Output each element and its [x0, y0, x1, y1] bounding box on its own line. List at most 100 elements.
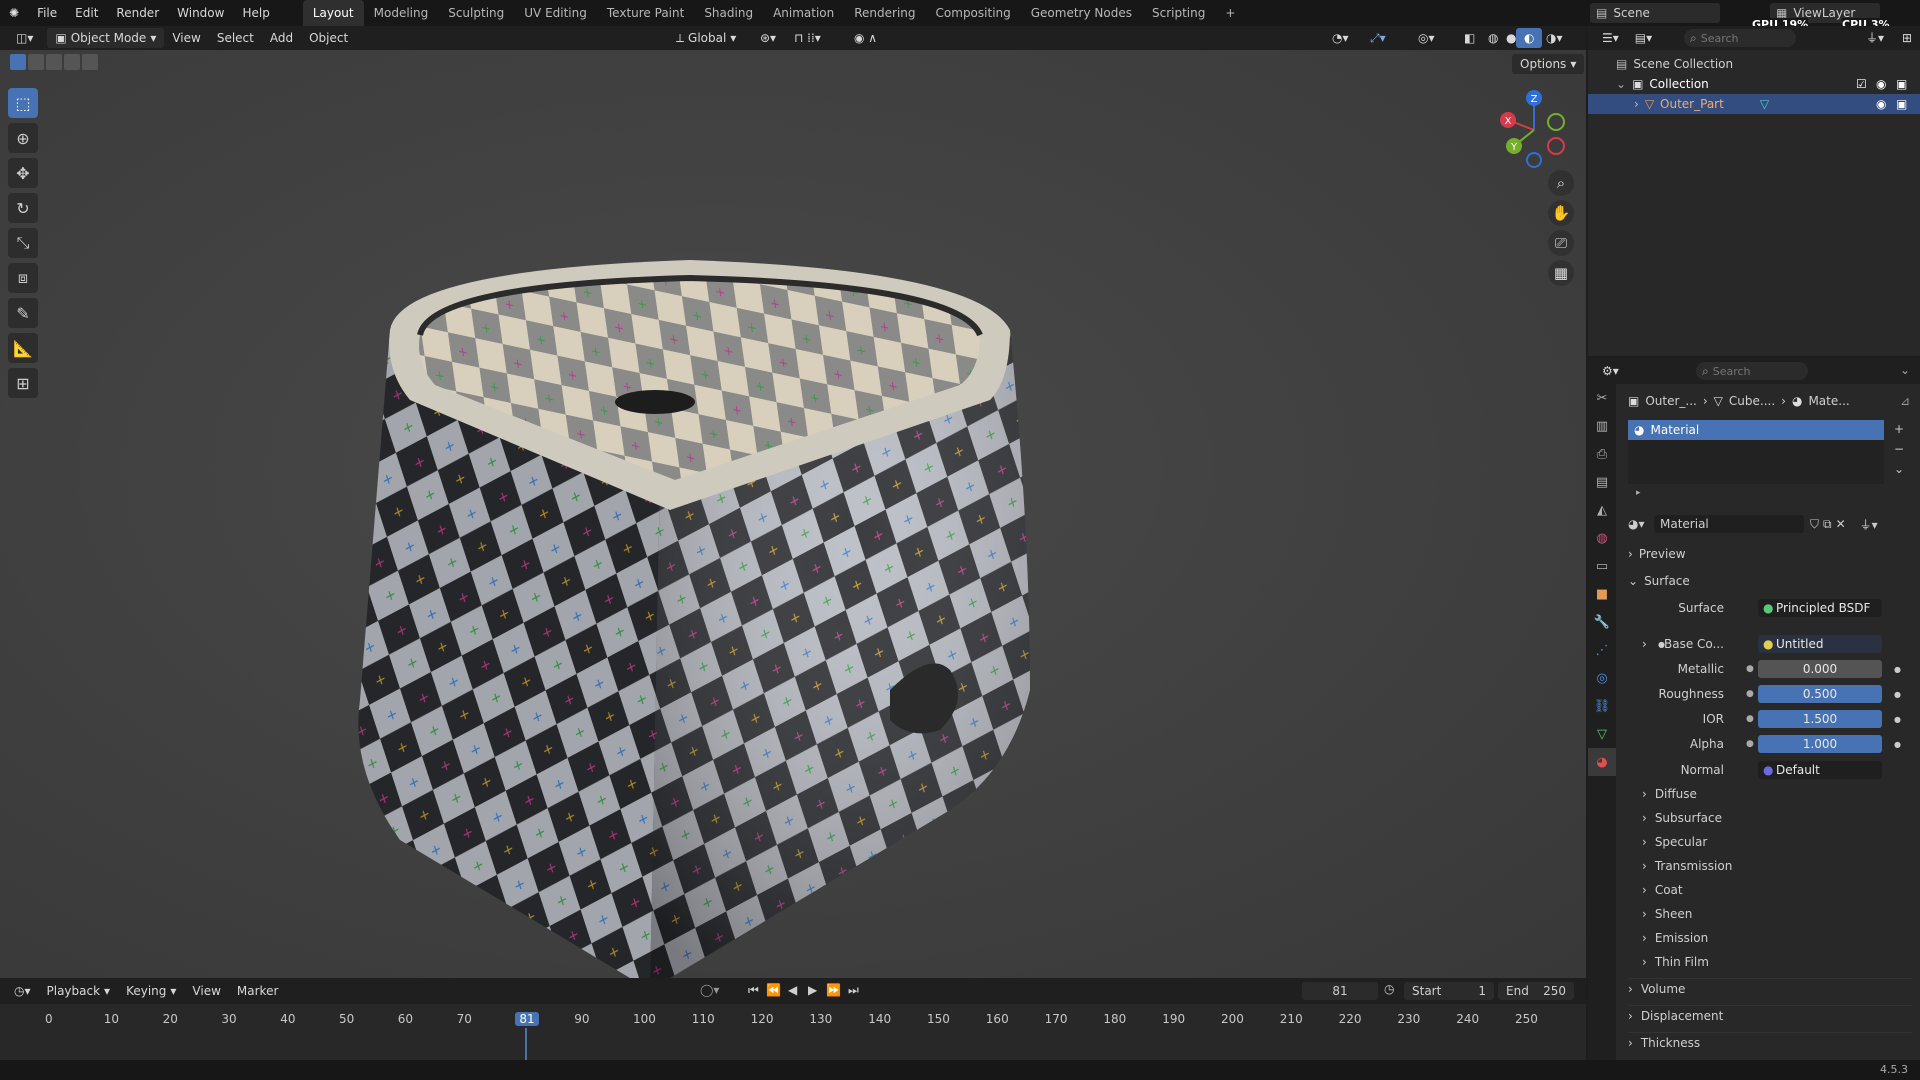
- chevron-right-icon[interactable]: ›: [1634, 97, 1639, 111]
- properties-editor-type-icon[interactable]: ⚙▾: [1594, 361, 1627, 381]
- menu-edit[interactable]: Edit: [66, 0, 107, 26]
- material-slot-item[interactable]: ◕ Material: [1628, 420, 1884, 440]
- menu-view[interactable]: View: [164, 28, 208, 48]
- tab-compositing[interactable]: Compositing: [926, 0, 1021, 26]
- chevron-down-icon[interactable]: ⌄: [1616, 77, 1626, 91]
- material-name-field[interactable]: Material: [1654, 515, 1804, 533]
- 3d-viewport[interactable]: Options ▾ + + + + + +: [0, 50, 1586, 990]
- visibility-eye-icon[interactable]: ◉: [1876, 77, 1886, 91]
- chevron-down-icon[interactable]: ⌄: [1900, 363, 1910, 377]
- subpanel-emission[interactable]: › Emission: [1642, 928, 1708, 948]
- add-workspace-button[interactable]: +: [1215, 0, 1245, 26]
- tool-tab-icon[interactable]: ✂: [1588, 384, 1616, 412]
- pivot-icon[interactable]: ⊛▾: [752, 28, 784, 48]
- outliner-object-row[interactable]: › ▽ Outer_Part ▽ ◉ ▣: [1588, 94, 1920, 114]
- menu-help[interactable]: Help: [233, 0, 278, 26]
- render-camera-icon[interactable]: ▣: [1896, 97, 1907, 111]
- filter-icon[interactable]: ⏚▾: [1858, 28, 1892, 48]
- subpanel-specular[interactable]: › Specular: [1642, 832, 1707, 852]
- select-box-tool-icon[interactable]: ⬚: [8, 88, 38, 118]
- editor-type-icon[interactable]: ◫▾: [8, 28, 41, 48]
- select-intersect-icon[interactable]: [82, 54, 98, 70]
- select-new-icon[interactable]: [10, 54, 26, 70]
- subpanel-thin-film[interactable]: › Thin Film: [1642, 952, 1709, 972]
- options-dropdown[interactable]: Options ▾: [1512, 54, 1585, 74]
- keyframe-dot-icon[interactable]: ●: [1894, 690, 1901, 699]
- property-value-field[interactable]: 1.500: [1758, 710, 1882, 728]
- fake-user-shield-icon[interactable]: ⛉: [1810, 517, 1819, 532]
- tab-animation[interactable]: Animation: [763, 0, 844, 26]
- annotate-tool-icon[interactable]: ✎: [8, 298, 38, 328]
- mode-dropdown[interactable]: ▣ Object Mode ▾: [47, 28, 165, 48]
- navigation-gizmo[interactable]: Z X Y: [1494, 90, 1574, 170]
- select-invert-icon[interactable]: [64, 54, 80, 70]
- transform-tool-icon[interactable]: ⧈: [8, 263, 38, 293]
- collection-row[interactable]: ⌄ ▣ Collection ☑ ◉ ▣: [1616, 74, 1916, 94]
- outliner-search-input[interactable]: [1700, 31, 1791, 45]
- select-mode-icons[interactable]: [10, 54, 98, 70]
- frame-ruler[interactable]: 0 10 20 30 40 50 60 70 81 90 100 110 120 130 140 150 160…: [0, 978, 1586, 1060]
- keyframe-dot-icon[interactable]: ●: [1894, 715, 1901, 724]
- perspective-grid-icon[interactable]: ▦: [1548, 260, 1574, 286]
- collection-tab-icon[interactable]: ▭: [1588, 552, 1616, 580]
- normal-field[interactable]: ● Default: [1758, 761, 1882, 779]
- output-tab-icon[interactable]: ⎙: [1588, 440, 1616, 468]
- subpanel-subsurface[interactable]: › Subsurface: [1642, 808, 1722, 828]
- view-layer-tab-icon[interactable]: ▤: [1588, 468, 1616, 496]
- panel-thickness[interactable]: › Thickness: [1628, 1032, 1912, 1052]
- menu-object[interactable]: Object: [301, 28, 356, 48]
- subpanel-transmission[interactable]: › Transmission: [1642, 856, 1732, 876]
- properties-search-input[interactable]: [1712, 364, 1803, 378]
- menu-file[interactable]: File: [28, 0, 66, 26]
- gizmo-toggle-icon[interactable]: ⤢▾: [1362, 28, 1394, 48]
- scale-tool-icon[interactable]: ⤡: [8, 228, 38, 258]
- surface-panel-header[interactable]: ⌄ Surface: [1628, 571, 1690, 591]
- proportional-edit-icon[interactable]: ◉ ∧: [846, 28, 885, 48]
- duplicate-icon[interactable]: ⧉: [1823, 517, 1832, 532]
- tab-rendering[interactable]: Rendering: [844, 0, 925, 26]
- tab-uv-editing[interactable]: UV Editing: [514, 0, 597, 26]
- preview-panel-header[interactable]: › Preview: [1628, 544, 1686, 564]
- add-slot-button[interactable]: +: [1894, 422, 1904, 436]
- orientation-dropdown[interactable]: ⟂ Global ▾: [668, 28, 744, 48]
- subpanel-diffuse[interactable]: › Diffuse: [1642, 784, 1697, 804]
- keyframe-dot-icon[interactable]: ●: [1894, 740, 1901, 749]
- playhead-line[interactable]: [525, 1028, 528, 1060]
- tab-shading[interactable]: Shading: [694, 0, 763, 26]
- render-camera-icon[interactable]: ▣: [1896, 77, 1907, 91]
- scene-name[interactable]: Scene: [1613, 6, 1650, 20]
- panel-displacement[interactable]: › Displacement: [1628, 1005, 1912, 1025]
- remove-slot-button[interactable]: −: [1894, 442, 1904, 456]
- scene-collection-row[interactable]: ▤ Scene Collection: [1616, 54, 1733, 74]
- shading-rendered-icon[interactable]: ◑▾: [1538, 28, 1571, 48]
- chevron-right-icon[interactable]: ›: [1642, 637, 1647, 651]
- select-extend-icon[interactable]: [28, 54, 44, 70]
- keyframe-dot-icon[interactable]: ●: [1894, 665, 1901, 674]
- expand-triangle-icon[interactable]: ▸: [1636, 488, 1641, 498]
- display-mode-icon[interactable]: ▤▾: [1627, 28, 1660, 48]
- surface-shader-field[interactable]: ● Principled BSDF: [1758, 599, 1882, 617]
- select-subtract-icon[interactable]: [46, 54, 62, 70]
- tab-modeling[interactable]: Modeling: [364, 0, 439, 26]
- tab-layout[interactable]: Layout: [302, 0, 364, 26]
- add-cube-tool-icon[interactable]: ⊞: [8, 368, 38, 398]
- tab-geometry-nodes[interactable]: Geometry Nodes: [1021, 0, 1142, 26]
- overlay-toggle-icon[interactable]: ◎▾: [1410, 28, 1443, 48]
- tab-texture-paint[interactable]: Texture Paint: [597, 0, 694, 26]
- pin-icon[interactable]: ⊿: [1900, 394, 1910, 408]
- exclude-checkbox-icon[interactable]: ☑: [1856, 77, 1867, 91]
- panel-volume[interactable]: › Volume: [1628, 978, 1912, 998]
- zoom-icon[interactable]: ⌕: [1548, 170, 1574, 196]
- rotate-tool-icon[interactable]: ↻: [8, 193, 38, 223]
- tab-sculpting[interactable]: Sculpting: [438, 0, 514, 26]
- unlink-x-icon[interactable]: ✕: [1836, 517, 1846, 531]
- pan-hand-icon[interactable]: ✋: [1548, 200, 1574, 226]
- menu-select[interactable]: Select: [209, 28, 262, 48]
- visibility-icon[interactable]: ◔▾: [1324, 28, 1357, 48]
- blender-logo-icon[interactable]: ✺: [0, 0, 28, 26]
- menu-add[interactable]: Add: [262, 28, 301, 48]
- measure-tool-icon[interactable]: 📐: [8, 333, 38, 363]
- outliner-editor-type-icon[interactable]: ☰▾: [1594, 28, 1627, 48]
- base-color-field[interactable]: ● Untitled: [1758, 635, 1882, 653]
- move-tool-icon[interactable]: ✥: [8, 158, 38, 188]
